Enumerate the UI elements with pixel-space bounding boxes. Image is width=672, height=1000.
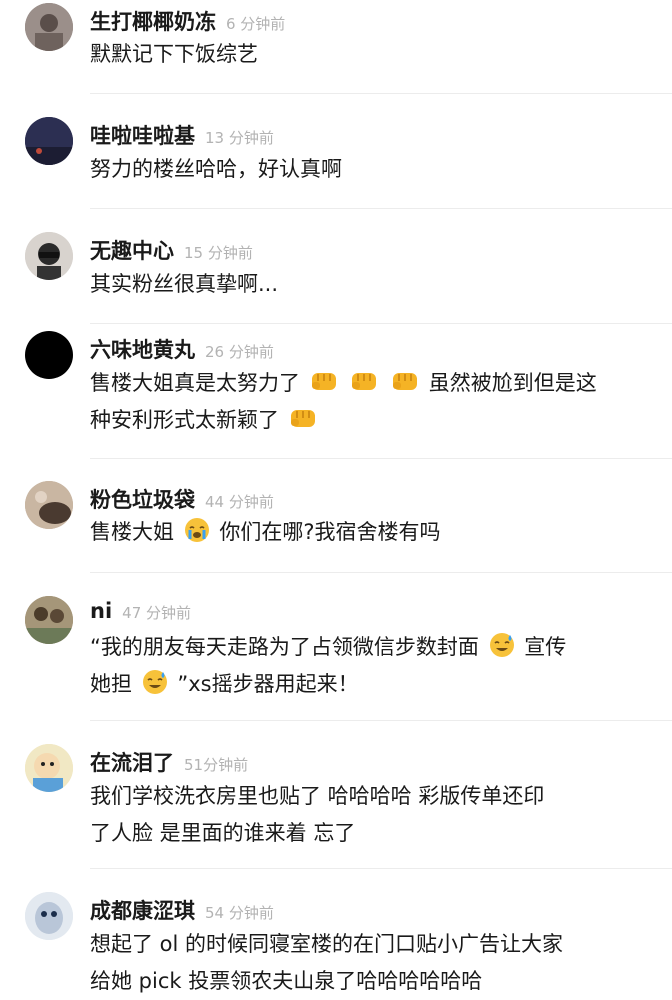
- avatar[interactable]: [25, 596, 73, 644]
- sweat-smile-emoji-icon: [142, 670, 167, 694]
- username[interactable]: 哇啦哇啦基: [90, 120, 195, 150]
- divider: [90, 208, 672, 209]
- fist-emoji-icon: [290, 410, 315, 427]
- divider: [90, 323, 672, 324]
- divider: [90, 458, 672, 459]
- username[interactable]: 在流泪了: [90, 747, 174, 777]
- timestamp: 51分钟前: [184, 756, 249, 774]
- timestamp: 13 分钟前: [205, 129, 274, 147]
- divider: [90, 93, 672, 94]
- divider: [90, 720, 672, 721]
- avatar[interactable]: [25, 744, 73, 792]
- comment-text: 售楼大姐 你们在哪?我宿舍楼有吗: [90, 514, 650, 551]
- fist-emoji-icon: [352, 373, 377, 390]
- sweat-smile-emoji-icon: [489, 633, 514, 657]
- timestamp: 6 分钟前: [226, 15, 286, 33]
- comment-text: 售楼大姐真是太努力了 虽然被尬到但是这 种安利形式太新颖了: [90, 365, 650, 439]
- comment-list: 生打椰椰奶冻 6 分钟前 默默记下下饭综艺 哇啦哇啦基 13 分钟前 努力的楼丝…: [0, 0, 672, 1000]
- username[interactable]: 六味地黄丸: [90, 334, 195, 364]
- avatar[interactable]: [25, 232, 73, 280]
- timestamp: 15 分钟前: [184, 244, 253, 262]
- timestamp: 47 分钟前: [122, 604, 192, 622]
- timestamp: 26 分钟前: [205, 343, 274, 361]
- comment-text: 努力的楼丝哈哈，好认真啊: [90, 157, 342, 181]
- crying-emoji-icon: [184, 518, 209, 542]
- avatar[interactable]: [25, 892, 73, 940]
- comment-text: “我的朋友每天走路为了占领微信步数封面 宣传 她担 ”xs摇步器用起来！: [90, 629, 650, 703]
- comment-text: 默默记下下饭综艺: [90, 42, 258, 66]
- avatar[interactable]: [25, 331, 73, 379]
- avatar[interactable]: [25, 117, 73, 165]
- divider: [90, 868, 672, 869]
- timestamp: 54 分钟前: [205, 904, 274, 922]
- username[interactable]: 成都康涩琪: [90, 895, 195, 925]
- comment-text: 我们学校洗衣房里也贴了 哈哈哈哈 彩版传单还印 了人脸 是里面的谁来着 忘了: [90, 784, 545, 845]
- username[interactable]: 无趣中心: [90, 235, 174, 265]
- avatar[interactable]: [25, 481, 73, 529]
- avatar[interactable]: [25, 3, 73, 51]
- username[interactable]: ni: [90, 599, 112, 623]
- timestamp: 44 分钟前: [205, 493, 274, 511]
- fist-emoji-icon: [311, 373, 336, 390]
- username[interactable]: 生打椰椰奶冻: [90, 6, 216, 36]
- comment-text: 想起了 ol 的时候同寝室楼的在门口贴小广告让大家 给她 pick 投票领农夫山…: [90, 932, 564, 993]
- fist-emoji-icon: [393, 373, 418, 390]
- comment-text: 其实粉丝很真挚啊...: [90, 272, 279, 296]
- divider: [90, 572, 672, 573]
- username[interactable]: 粉色垃圾袋: [90, 484, 195, 514]
